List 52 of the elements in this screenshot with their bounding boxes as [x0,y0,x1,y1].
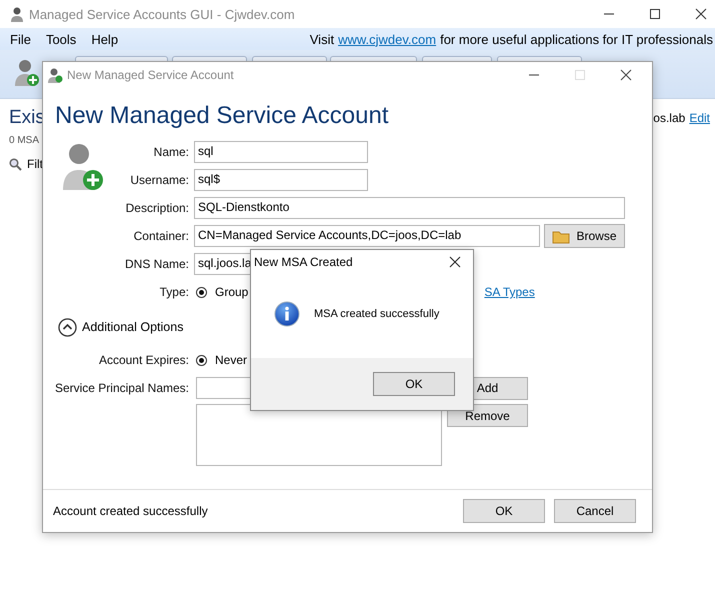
menu-item[interactable]: Help [91,32,118,46]
radio-button[interactable] [196,354,207,366]
close-icon[interactable] [695,8,707,20]
field-label: Username: [129,173,190,187]
menu-item[interactable]: Tools [46,32,76,46]
collapse-icon[interactable] [58,318,77,336]
dialog-button[interactable]: Cancel [554,499,636,523]
close-icon[interactable] [620,68,632,80]
close-icon[interactable] [449,256,461,268]
field-label: Description: [124,201,190,215]
folder-icon [552,228,570,244]
field-label: Service Principal Names: [54,381,190,395]
status-text: Account created successfully [53,504,208,518]
add-user-icon[interactable] [14,58,40,88]
field-label: Name: [152,145,190,159]
section-label: Additional Options [82,320,184,334]
field-label: Container: [132,229,190,243]
domain-label: os.lab [653,111,686,125]
input-field[interactable]: sql$ [194,169,368,191]
edit-link[interactable]: Edit [689,111,710,125]
filter-label: Filt [27,157,43,171]
remove-button[interactable]: Remove [447,404,528,427]
input-field[interactable]: SQL-Dienstkonto [194,197,625,219]
radio-label: Group [215,285,248,299]
promo-text: for more useful applications for IT professionals [440,32,713,46]
user-icon [9,6,25,22]
website-link[interactable]: www.cjwdev.com [338,32,436,46]
promo-text: Visit [310,32,334,46]
dialog-heading: New Managed Service Account [54,101,390,131]
maximize-icon [574,68,586,80]
user-icon [47,66,63,82]
radio-button[interactable] [196,286,207,298]
search-icon [9,158,22,170]
input-field[interactable]: sql [194,141,368,163]
msa-count: 0 MSA [9,135,40,146]
add-user-icon [61,142,105,192]
menu-item[interactable]: File [10,32,31,46]
field-label: DNS Name: [124,257,190,271]
radio-label: Never [215,353,248,367]
message-text: MSA created successfully [314,308,440,320]
info-icon [274,301,300,327]
field-label: Account Expires: [98,353,190,367]
maximize-icon[interactable] [649,8,661,20]
dialog-button[interactable]: OK [463,499,545,523]
window-title: Managed Service Accounts GUI - Cjwdev.com [29,6,295,22]
field-label: Type: [158,285,190,299]
message-box-title: New MSA Created [254,255,353,269]
input-field[interactable]: CN=Managed Service Accounts,DC=joos,DC=lab [194,225,540,247]
dialog-title: New Managed Service Account [67,68,234,82]
ok-button[interactable]: OK [373,372,455,396]
msa-types-link[interactable]: SA Types [484,285,535,299]
browse-button[interactable]: Browse [544,224,625,248]
